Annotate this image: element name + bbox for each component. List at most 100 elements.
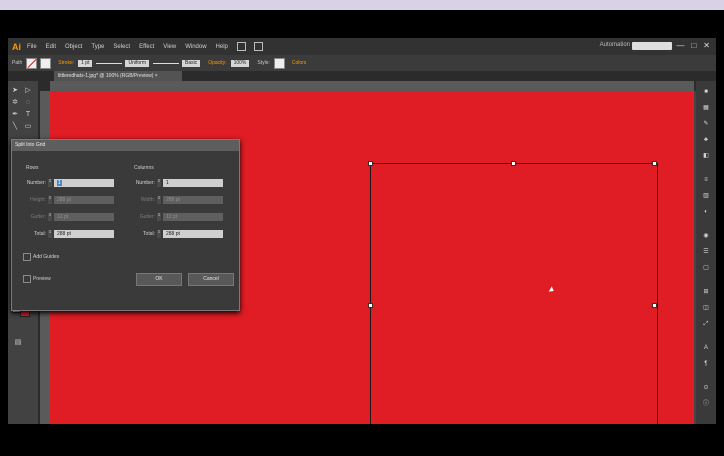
- close-button[interactable]: ✕: [703, 41, 710, 50]
- pathfinder-panel-icon[interactable]: ◫: [702, 305, 710, 311]
- rows-gutter-stepper: ⇕: [48, 213, 52, 221]
- screen-mode-icon[interactable]: ▤: [14, 339, 22, 347]
- rows-total-stepper[interactable]: ⇕: [48, 230, 52, 238]
- style-label: Style:: [257, 60, 270, 66]
- rows-number-field[interactable]: 1: [54, 179, 114, 187]
- columns-total-field[interactable]: 288 pt: [163, 230, 223, 238]
- rows-number-label: Number:: [26, 180, 46, 186]
- artboards-panel-icon[interactable]: ▢: [702, 265, 710, 271]
- transparency-panel-icon[interactable]: ◐: [702, 209, 710, 215]
- app-logo: Ai: [12, 41, 21, 52]
- layers-panel-icon[interactable]: ☰: [702, 249, 710, 255]
- add-guides-label: Add Guides: [33, 254, 60, 260]
- columns-width-field: 288 pt: [163, 196, 223, 204]
- character-panel-icon[interactable]: A: [702, 345, 710, 351]
- preview-label: Preview: [33, 276, 51, 282]
- handle-top-left[interactable]: [368, 161, 373, 166]
- symbols-panel-icon[interactable]: ♣: [702, 137, 710, 143]
- type-icon[interactable]: T: [24, 111, 32, 119]
- color-panel-icon[interactable]: ■: [702, 89, 710, 95]
- graphic-styles-icon[interactable]: ◧: [702, 153, 710, 159]
- align-panel-icon[interactable]: ⊞: [702, 289, 710, 295]
- rows-height-field: 288 pt: [54, 196, 114, 204]
- handle-middle-left[interactable]: [368, 303, 373, 308]
- dialog-title[interactable]: Split Into Grid: [12, 140, 239, 151]
- line-icon[interactable]: ╲: [11, 123, 19, 131]
- opacity-label[interactable]: Opacity:: [208, 60, 226, 66]
- columns-header: Columns: [134, 165, 154, 171]
- menu-edit[interactable]: Edit: [46, 44, 56, 50]
- recolor-label[interactable]: Colors: [292, 60, 306, 66]
- panel-dock: ■ ▦ ✎ ♣ ◧ ≡ ▥ ◐ ◉ ☰ ▢ ⊞ ◫ ⤢ A ¶ ⊙ ⓘ: [696, 81, 716, 424]
- split-into-grid-dialog: Split Into Grid Rows Columns Number: ⇕ 1…: [11, 139, 240, 311]
- rows-gutter-label: Gutter:: [30, 214, 46, 220]
- columns-gutter-label: Gutter:: [139, 214, 155, 220]
- rows-number-stepper[interactable]: ⇕: [48, 179, 52, 187]
- lasso-icon[interactable]: ◌: [24, 99, 32, 107]
- columns-total-stepper[interactable]: ⇕: [157, 230, 161, 238]
- rows-total-field[interactable]: 288 pt: [54, 230, 114, 238]
- rows-height-label: Height:: [30, 197, 46, 203]
- stroke-swatch-icon[interactable]: [40, 57, 52, 69]
- minimize-button[interactable]: —: [676, 41, 684, 50]
- top-band: [0, 0, 724, 10]
- menu-type[interactable]: Type: [91, 44, 104, 50]
- rectangle-icon[interactable]: ▭: [24, 123, 32, 131]
- ok-button[interactable]: OK: [136, 273, 182, 286]
- cancel-button[interactable]: Cancel: [188, 273, 234, 286]
- arrange-documents-icon[interactable]: [253, 42, 263, 51]
- transform-panel-icon[interactable]: ⤢: [702, 321, 710, 327]
- pen-icon[interactable]: ✒: [11, 111, 19, 119]
- stroke-profile-line: [96, 62, 123, 64]
- style-swatch-icon[interactable]: [273, 57, 285, 69]
- handle-middle-right[interactable]: [652, 303, 657, 308]
- rows-header: Rows: [26, 165, 39, 171]
- maximize-button[interactable]: □: [691, 41, 696, 50]
- info-panel-icon[interactable]: ⓘ: [702, 401, 710, 407]
- selection-arrow-icon[interactable]: ➤: [11, 87, 19, 95]
- menu-object[interactable]: Object: [65, 44, 82, 50]
- columns-total-label: Total:: [143, 231, 155, 237]
- menu-view[interactable]: View: [163, 44, 176, 50]
- handle-top-center[interactable]: [511, 161, 516, 166]
- window-controls: — □ ✕: [676, 41, 710, 50]
- swatches-panel-icon[interactable]: ▦: [702, 105, 710, 111]
- direct-selection-icon[interactable]: ▷: [24, 87, 32, 95]
- preview-checkbox[interactable]: [23, 275, 31, 283]
- gradient-panel-icon[interactable]: ▥: [702, 193, 710, 199]
- menu-select[interactable]: Select: [113, 44, 130, 50]
- rows-gutter-field: 12 pt: [54, 213, 114, 221]
- selected-rectangle[interactable]: [368, 161, 658, 424]
- appearance-panel-icon[interactable]: ◉: [702, 233, 710, 239]
- magic-wand-icon[interactable]: ✲: [11, 99, 19, 107]
- menu-file[interactable]: File: [27, 44, 37, 50]
- menu-effect[interactable]: Effect: [139, 44, 154, 50]
- search-input[interactable]: [632, 42, 672, 50]
- fill-swatch-icon[interactable]: [26, 57, 38, 69]
- rows-total-label: Total:: [34, 231, 46, 237]
- uniform-dropdown[interactable]: Uniform: [125, 59, 149, 67]
- bridge-icon[interactable]: [236, 42, 246, 51]
- document-tab[interactable]: littleredhats-1.jpg* @ 100% (RGB/Preview…: [54, 71, 182, 81]
- brush-dropdown[interactable]: Basic: [182, 59, 201, 67]
- navigator-panel-icon[interactable]: ⊙: [702, 385, 710, 391]
- stroke-weight-field[interactable]: 1 pt: [78, 59, 93, 67]
- stroke-panel-icon[interactable]: ≡: [702, 177, 710, 183]
- tab-close-icon[interactable]: ×: [155, 73, 158, 79]
- columns-width-stepper: ⇕: [157, 196, 161, 204]
- columns-gutter-field: 12 pt: [163, 213, 223, 221]
- columns-number-field[interactable]: 1: [163, 179, 223, 187]
- paragraph-panel-icon[interactable]: ¶: [702, 361, 710, 367]
- stroke-label[interactable]: Stroke:: [58, 60, 74, 66]
- add-guides-checkbox[interactable]: [23, 253, 31, 261]
- opacity-field[interactable]: 100%: [230, 59, 250, 67]
- menu-window[interactable]: Window: [185, 44, 206, 50]
- rows-height-stepper: ⇕: [48, 196, 52, 204]
- brushes-panel-icon[interactable]: ✎: [702, 121, 710, 127]
- illustrator-window: Ai File Edit Object Type Select Effect V…: [8, 38, 716, 424]
- columns-number-stepper[interactable]: ⇕: [157, 179, 161, 187]
- workspace-switcher[interactable]: Automation: [600, 42, 630, 48]
- handle-top-right[interactable]: [652, 161, 657, 166]
- control-bar: Path Stroke: 1 pt Uniform Basic Opacity:…: [8, 55, 716, 71]
- menu-help[interactable]: Help: [216, 44, 228, 50]
